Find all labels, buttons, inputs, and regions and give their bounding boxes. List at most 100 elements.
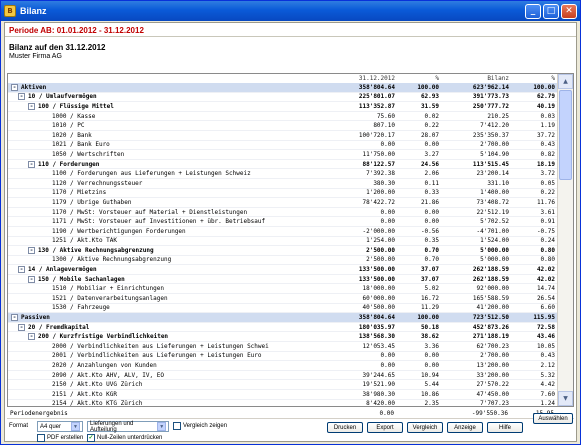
row-value-1: 0.00 [380, 208, 395, 216]
row-value-2: 10.94 [420, 371, 439, 379]
scroll-thumb[interactable] [559, 90, 572, 180]
account-row[interactable]: 2154 / Akt.Kto KTG Zürich 8'420.00 2.35 7'7… [8, 400, 557, 406]
group-row[interactable]: -110 / Forderungen 88'122.57 24.56 113'515.… [8, 160, 557, 170]
row-name: 1171 / MwSt: Vorsteuer auf Investitionen… [8, 218, 333, 225]
collapse-toggle-icon[interactable]: - [28, 275, 35, 283]
collapse-toggle-icon[interactable]: - [28, 333, 35, 341]
collapse-toggle-icon[interactable]: - [11, 83, 18, 91]
group-row[interactable]: -14 / Anlagevermögen 133'500.00 37.07 262'1… [8, 265, 557, 275]
options-button[interactable]: Auswählen [533, 413, 573, 424]
options-bar: Format A4 quer ▼ Lieferungen und Aufteil… [5, 413, 578, 442]
row-value-1: 40'500.00 [362, 304, 395, 312]
header-col-3[interactable]: Bilanz [439, 75, 509, 82]
group-row[interactable]: -20 / Fremdkapital 180'035.97 50.18 452'873… [8, 323, 557, 333]
account-row[interactable]: 1521 / Datenverarbeitungsanlagen 60'000.0… [8, 294, 557, 304]
section-row[interactable]: - Aktiven 358'804.64 100.00 623'962.14 100.00 [8, 83, 557, 93]
account-row[interactable]: 2001 / Verbindlichkeiten aus Lieferungen… [8, 352, 557, 362]
account-row[interactable]: 2000 / Verbindlichkeiten aus Lieferungen… [8, 342, 557, 352]
account-row[interactable]: 2151 / Akt.Kto KGR 38'980.30 10.86 47'450.0… [8, 390, 557, 400]
collapse-toggle-icon[interactable]: - [18, 323, 25, 331]
detail-select[interactable]: Lieferungen und Aufteilung ▼ [87, 421, 169, 433]
export-button[interactable]: Export [367, 422, 403, 433]
account-row[interactable]: 1251 / Akt.Kto TAK 1'254.00 0.35 1'524.00 0.… [8, 237, 557, 247]
group-row[interactable]: -200 / Kurzfristige Verbindlichkeiten 138… [8, 332, 557, 343]
vertical-scrollbar[interactable]: ▲ ▼ [557, 74, 573, 406]
title-bar[interactable]: B Bilanz _ □ ✕ [1, 1, 580, 21]
collapse-toggle-icon[interactable]: - [11, 314, 18, 322]
row-value-3: 47'450.00 [476, 390, 509, 398]
row-value-1: 78'422.72 [362, 198, 395, 206]
collapse-toggle-icon[interactable]: - [18, 93, 25, 101]
row-value-3: 7'412.20 [480, 122, 509, 130]
maximize-button[interactable]: □ [543, 3, 559, 19]
row-name: 1010 / PC [8, 122, 333, 129]
account-row[interactable]: 1170 / MwSt: Vorsteuer auf Material + Di… [8, 208, 557, 218]
row-value-3: 73'408.72 [476, 198, 509, 206]
account-row[interactable]: 1050 / Wertschriften 11'750.00 3.27 5'104.9… [8, 150, 557, 160]
collapse-toggle-icon[interactable]: - [28, 246, 35, 254]
account-row[interactable]: 1171 / MwSt: Vorsteuer auf Investitionen… [8, 217, 557, 227]
account-row[interactable]: 1179 / Übrige Guthaben 78'422.72 21.86 73'4… [8, 198, 557, 208]
row-value-1: 39'244.65 [362, 371, 395, 379]
account-row[interactable]: 2150 / Akt.Kto UVG Zürich 19'521.90 5.44 27… [8, 380, 557, 390]
collapse-toggle-icon[interactable]: - [28, 102, 35, 110]
header-col-2[interactable]: % [395, 75, 439, 82]
pdf-checkbox[interactable]: PDF erstellen [37, 434, 83, 442]
header-col-1[interactable]: 31.12.2012 [333, 75, 395, 82]
account-row[interactable]: 1000 / Kasse 75.60 0.02 210.25 0.03 [8, 112, 557, 122]
pdf-checkbox-label: PDF erstellen [47, 435, 84, 441]
collapse-toggle-icon[interactable]: - [28, 160, 35, 168]
group-row[interactable]: -10 / Umlaufvermögen 225'801.07 62.93 391'7… [8, 93, 557, 103]
collapse-toggle-icon[interactable]: - [18, 266, 25, 274]
row-value-3: 271'188.19 [472, 333, 509, 341]
nullrows-checkbox[interactable]: ✓ Null-Zeilen unterdrücken [87, 434, 162, 442]
group-row[interactable]: -150 / Mobile Sachanlagen 133'500.00 37.07… [8, 275, 557, 285]
row-value-3: -4'701.00 [476, 227, 509, 235]
drucken-button[interactable]: Drucken [327, 422, 363, 433]
preview-button[interactable]: Anzeige [447, 422, 483, 433]
row-name: - Aktiven [8, 83, 333, 91]
table-rows: - Aktiven 358'804.64 100.00 623'962.14 100.00… [8, 83, 557, 406]
account-row[interactable]: 1010 / PC 807.10 0.22 7'412.20 1.19 [8, 121, 557, 131]
format-select[interactable]: A4 quer ▼ [37, 421, 83, 432]
row-value-4: 0.05 [540, 179, 555, 187]
account-row[interactable]: 1530 / Fahrzeuge 40'500.00 11.29 41'200.00 6… [8, 304, 557, 314]
account-row[interactable]: 1100 / Forderungen aus Lieferungen + Lei… [8, 169, 557, 179]
row-label: 14 / Anlagevermögen [28, 266, 97, 274]
account-row[interactable]: 1190 / Wertberichtigungen Forderungen -2'… [8, 227, 557, 237]
table-header: 31.12.2012 % Bilanz % [8, 74, 573, 83]
row-name: 1021 / Bank Euro [8, 141, 333, 148]
account-row[interactable]: 1021 / Bank Euro 0.00 0.00 2'700.00 0.43 [8, 141, 557, 151]
balance-tree-table[interactable]: 31.12.2012 % Bilanz % - Aktiven 358'804.64… [7, 73, 574, 407]
row-label: 1510 / Mobiliar + Einrichtungen [52, 285, 164, 293]
scroll-up-icon[interactable]: ▲ [558, 74, 573, 89]
row-value-2: 11.29 [420, 304, 439, 312]
row-label: 1010 / PC [52, 122, 85, 130]
group-row[interactable]: -100 / Flüssige Mittel 113'352.87 31.59 250… [8, 102, 557, 112]
account-row[interactable]: 2020 / Anzahlungen von Kunden 0.00 0.00 13'… [8, 361, 557, 371]
checkbox-icon [173, 422, 181, 430]
header-col-4[interactable]: % [509, 75, 555, 82]
group-row[interactable]: -130 / Aktive Rechnungsabgrenzung 2'500.0… [8, 246, 557, 256]
account-row[interactable]: 1510 / Mobiliar + Einrichtungen 18'000.00… [8, 284, 557, 295]
help-button[interactable]: Hilfe [487, 422, 523, 433]
account-row[interactable]: 1300 / Aktive Rechnungsabgrenzung 2'500.0… [8, 256, 557, 266]
row-value-2: -0.56 [420, 227, 439, 235]
row-value-3: 1'524.00 [480, 237, 509, 245]
row-value-1: 75.60 [376, 112, 395, 120]
account-row[interactable]: 1170 / Mietzins 1'200.00 0.33 1'400.00 0.22 [8, 189, 557, 199]
compare-button[interactable]: Vergleich [407, 422, 443, 433]
row-value-2: 0.02 [424, 112, 439, 120]
account-row[interactable]: 2090 / Akt.Kto AHV, ALV, IV, EO 39'244.65… [8, 371, 557, 381]
row-label: 10 / Umlaufvermögen [28, 93, 97, 101]
minimize-button[interactable]: _ [525, 3, 541, 19]
close-button[interactable]: ✕ [561, 3, 577, 19]
account-row[interactable]: 1020 / Bank 100'720.17 28.07 235'350.37 37.7… [8, 131, 557, 141]
compare-checkbox[interactable]: Vergleich zeigen [173, 422, 227, 430]
row-name: -150 / Mobile Sachanlagen [8, 275, 333, 283]
section-row[interactable]: - Passiven 358'804.64 100.00 723'512.50 115.9… [8, 313, 557, 323]
nullrows-checkbox-label: Null-Zeilen unterdrücken [97, 435, 163, 441]
scroll-down-icon[interactable]: ▼ [558, 391, 573, 406]
account-row[interactable]: 1120 / Verrechnungssteuer 380.30 0.11 331.1… [8, 179, 557, 189]
row-label: 130 / Aktive Rechnungsabgrenzung [38, 246, 154, 254]
